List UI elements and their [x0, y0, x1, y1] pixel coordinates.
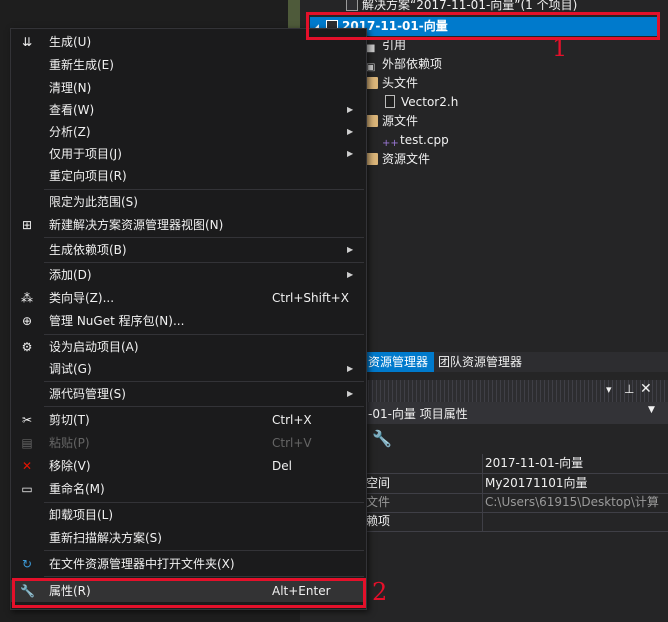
pin-icon[interactable]: ⊥: [624, 382, 634, 396]
menu-item-class-wizard[interactable]: ⁂ 类向导(Z)... Ctrl+Shift+X: [10, 287, 365, 309]
menu-item-manage-nuget[interactable]: ⊕ 管理 NuGet 程序包(N)...: [10, 310, 365, 332]
submenu-arrow-icon: ▶: [347, 105, 354, 114]
remove-icon: ✕: [21, 459, 33, 473]
menu-item-debug[interactable]: 调试(G) ▶: [10, 358, 365, 380]
class-wizard-icon: ⁂: [21, 291, 33, 305]
menu-item-remove[interactable]: ✕ 移除(V) Del: [10, 455, 365, 477]
menu-separator: [44, 576, 364, 577]
menu-item-open-in-explorer[interactable]: ↻ 在文件资源管理器中打开文件夹(X): [10, 553, 365, 575]
menu-item-project-only[interactable]: 仅用于项目(J) ▶: [10, 143, 365, 165]
references-icon: ■: [366, 43, 376, 54]
gear-icon: ⚙: [21, 340, 33, 354]
menu-item-clean[interactable]: 清理(N): [10, 77, 365, 99]
annotation-mark-2: 2: [372, 578, 388, 606]
menu-separator: [44, 334, 364, 335]
menu-item-analyze[interactable]: 分析(Z) ▶: [10, 121, 365, 143]
tree-item-resource-files[interactable]: 资源文件: [366, 150, 430, 169]
menu-separator: [44, 381, 364, 382]
dropdown-arrow-icon[interactable]: ▾: [606, 383, 612, 396]
header-file-icon: [385, 95, 395, 108]
submenu-arrow-icon: ▶: [347, 127, 354, 136]
external-deps-icon: ▣: [366, 62, 376, 73]
new-view-icon: ⊞: [21, 218, 33, 232]
build-icon: ⇊: [21, 35, 33, 49]
editor-strip: [288, 0, 300, 30]
menu-item-rebuild[interactable]: 重新生成(E): [10, 54, 365, 76]
tree-item-external-deps[interactable]: ▣ 外部依赖项: [366, 55, 442, 74]
menu-separator: [44, 502, 364, 503]
paste-icon: ▤: [21, 436, 33, 450]
submenu-arrow-icon: ▶: [347, 270, 354, 279]
menu-item-set-startup[interactable]: ⚙ 设为启动项目(A): [10, 336, 365, 358]
menu-item-cut[interactable]: ✂ 剪切(T) Ctrl+X: [10, 409, 365, 431]
open-folder-icon: ↻: [21, 557, 33, 571]
chevron-down-icon[interactable]: ▼: [648, 405, 655, 415]
scissors-icon: ✂: [21, 413, 33, 427]
menu-item-add[interactable]: 添加(D) ▶: [10, 264, 365, 286]
submenu-arrow-icon: ▶: [347, 389, 354, 398]
menu-item-paste[interactable]: ▤ 粘贴(P) Ctrl+V: [10, 432, 365, 454]
submenu-arrow-icon: ▶: [347, 149, 354, 158]
menu-item-scope-to-this[interactable]: 限定为此范围(S): [10, 191, 365, 213]
menu-item-new-explorer-view[interactable]: ⊞ 新建解决方案资源管理器视图(N): [10, 214, 365, 236]
solution-icon: [346, 0, 358, 11]
menu-separator: [44, 237, 364, 238]
folder-icon: [366, 153, 378, 165]
menu-item-view[interactable]: 查看(W) ▶: [10, 99, 365, 121]
annotation-box-properties: [12, 578, 366, 608]
tree-item-vector2-h[interactable]: Vector2.h: [384, 93, 458, 112]
property-pages-icon[interactable]: 🔧: [372, 429, 392, 448]
menu-item-source-control[interactable]: 源代码管理(S) ▶: [10, 383, 365, 405]
menu-separator: [44, 550, 364, 551]
menu-separator: [44, 189, 364, 190]
menu-item-rename[interactable]: ▭ 重命名(M): [10, 478, 365, 500]
folder-icon: [366, 115, 378, 127]
menu-separator: [44, 262, 364, 263]
submenu-arrow-icon: ▶: [347, 364, 354, 373]
tree-item-test-cpp[interactable]: ++test.cpp: [382, 131, 449, 150]
menu-item-unload-project[interactable]: 卸载项目(L): [10, 504, 365, 526]
menu-item-build-dependencies[interactable]: 生成依赖项(B) ▶: [10, 239, 365, 261]
menu-item-retarget[interactable]: 重定向项目(R): [10, 165, 365, 187]
tab-solution-explorer[interactable]: 资源管理器: [362, 352, 435, 372]
folder-icon: [366, 77, 378, 89]
menu-separator: [44, 406, 364, 407]
annotation-box-project: [306, 12, 660, 40]
properties-title: -01-向量 项目属性: [368, 407, 468, 421]
annotation-mark-1: 1: [552, 34, 568, 62]
rename-icon: ▭: [21, 482, 33, 496]
close-icon[interactable]: ✕: [640, 381, 652, 397]
tab-team-explorer[interactable]: 团队资源管理器: [432, 352, 528, 372]
menu-item-rescan-solution[interactable]: 重新扫描解决方案(S): [10, 527, 365, 549]
submenu-arrow-icon: ▶: [347, 245, 354, 254]
tree-item-header-files[interactable]: 头文件: [366, 74, 418, 93]
cpp-file-icon: ++: [382, 138, 399, 149]
tree-item-source-files[interactable]: 源文件: [366, 112, 418, 131]
nuget-icon: ⊕: [21, 314, 33, 328]
